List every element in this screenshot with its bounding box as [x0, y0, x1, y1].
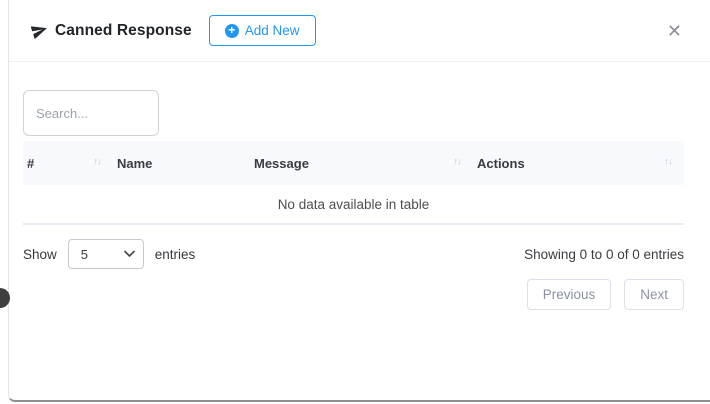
page-length-select[interactable]: 5	[68, 239, 144, 269]
column-header-actions[interactable]: Actions ↑↓	[473, 156, 684, 171]
canned-response-modal: Canned Response + Add New ✕ # ↑↓ Name Me…	[8, 0, 710, 402]
modal-header: Canned Response + Add New ✕	[9, 0, 710, 62]
modal-title: Canned Response	[55, 22, 192, 40]
sort-icon[interactable]: ↑↓	[454, 157, 462, 168]
column-header-name[interactable]: Name	[113, 156, 250, 171]
close-icon[interactable]: ✕	[663, 20, 686, 42]
show-label: Show	[23, 247, 57, 262]
table-footer: Show 5 entries Showing 0 to 0 of 0 entri…	[23, 239, 684, 269]
empty-message: No data available in table	[278, 197, 430, 212]
plus-circle-icon: +	[225, 24, 239, 38]
table-empty-row: No data available in table	[23, 185, 684, 225]
search-input[interactable]	[23, 90, 159, 136]
column-header-index[interactable]: # ↑↓	[23, 156, 113, 171]
add-new-button[interactable]: + Add New	[209, 15, 316, 46]
entries-label: entries	[155, 247, 196, 262]
previous-button[interactable]: Previous	[527, 279, 612, 310]
sort-icon[interactable]: ↑↓	[665, 157, 673, 168]
send-icon	[31, 22, 48, 39]
add-new-label: Add New	[245, 23, 300, 38]
canned-response-table: # ↑↓ Name Message ↑↓ Actions ↑↓ No data …	[23, 141, 684, 225]
page-length-control: Show 5 entries	[23, 239, 195, 269]
table-header-row: # ↑↓ Name Message ↑↓ Actions ↑↓	[23, 141, 684, 185]
next-button[interactable]: Next	[624, 279, 684, 310]
pagination: Previous Next	[23, 279, 684, 310]
column-header-message[interactable]: Message ↑↓	[250, 156, 473, 171]
sort-icon[interactable]: ↑↓	[94, 157, 102, 168]
modal-body: # ↑↓ Name Message ↑↓ Actions ↑↓ No data …	[9, 62, 710, 310]
table-info-text: Showing 0 to 0 of 0 entries	[524, 247, 684, 262]
